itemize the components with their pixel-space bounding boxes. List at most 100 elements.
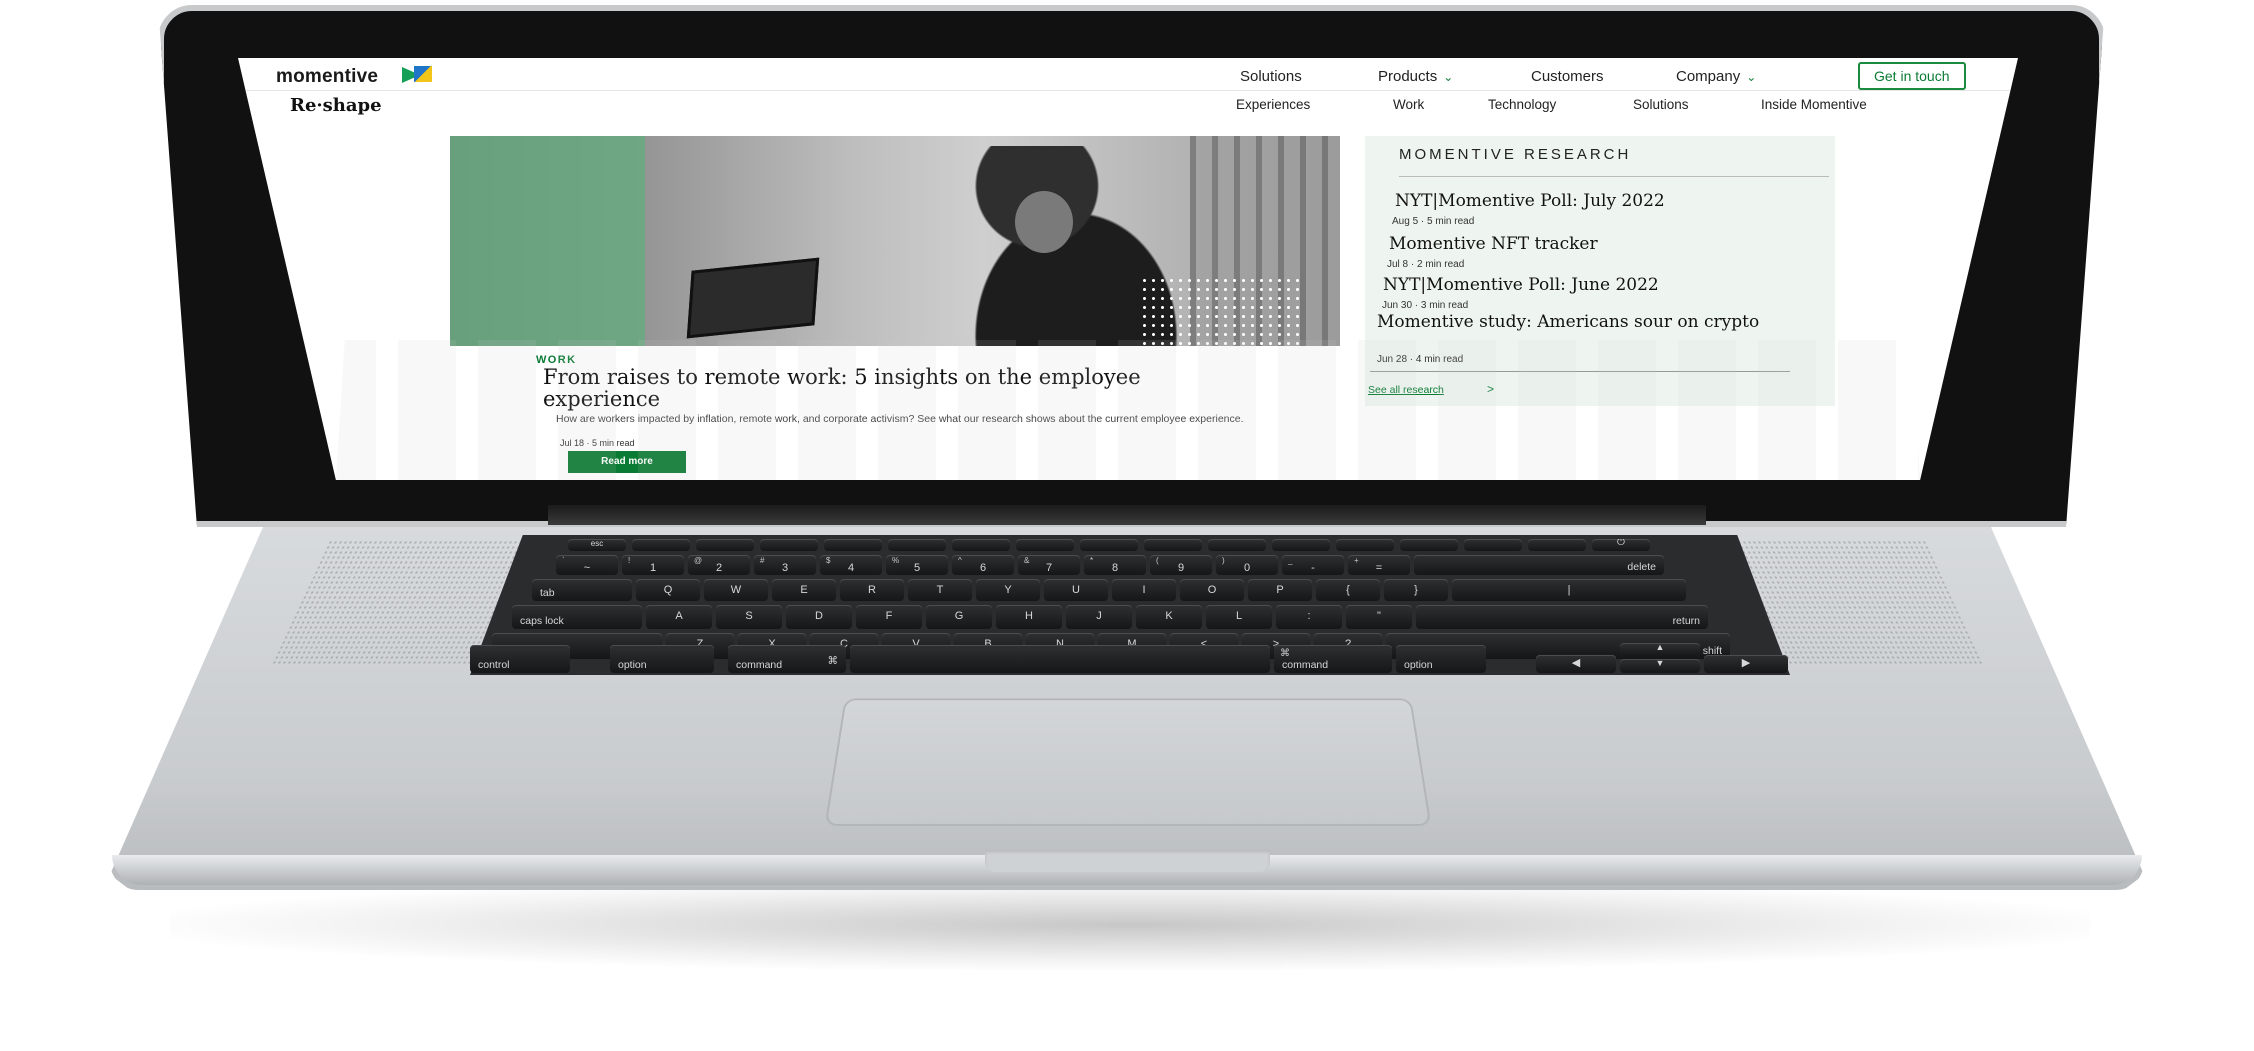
research-item-title[interactable]: NYT|Momentive Poll: July 2022 (1395, 191, 1665, 211)
subnav-experiences[interactable]: Experiences (1236, 97, 1310, 112)
key-g[interactable]: G (926, 605, 992, 629)
arrow-left-icon: ◀ (1571, 657, 1581, 669)
key-y[interactable]: Y (976, 579, 1040, 601)
nav-products[interactable]: Products ⌄ (1378, 68, 1453, 85)
key-i[interactable]: I (1112, 579, 1176, 601)
key-d[interactable]: D (786, 605, 852, 629)
key-e[interactable]: E (772, 579, 836, 601)
key-arrow-left[interactable]: ◀ (1536, 655, 1616, 673)
key-option-right[interactable]: option (1396, 645, 1486, 673)
key-space[interactable] (850, 645, 1270, 673)
key-caps-lock[interactable]: caps lock (512, 605, 642, 629)
key-f1[interactable] (632, 539, 690, 551)
subnav-technology[interactable]: Technology (1488, 97, 1556, 112)
key-command-left[interactable]: command ⌘ (728, 645, 846, 673)
research-item-meta: Jul 8 · 2 min read (1387, 259, 1465, 270)
key-minus[interactable]: _ - (1282, 555, 1344, 575)
key-option-left[interactable]: option (610, 645, 714, 673)
key-bracket-left-label: { (1346, 584, 1350, 596)
key-5[interactable]: % 5 (886, 555, 948, 575)
key-1[interactable]: ! 1 (622, 555, 684, 575)
key-p[interactable]: P (1248, 579, 1312, 601)
key-4[interactable]: $ 4 (820, 555, 882, 575)
feature-hero-image[interactable] (450, 136, 1340, 346)
research-item-title[interactable]: Momentive study: Americans sour on crypt… (1377, 313, 1767, 331)
subnav-work[interactable]: Work (1393, 97, 1424, 112)
key-f11[interactable] (1272, 539, 1330, 551)
key-4-label: 4 (847, 562, 855, 574)
get-in-touch-button[interactable]: Get in touch (1858, 62, 1966, 90)
key-delete[interactable]: delete (1414, 555, 1664, 575)
key-esc[interactable]: esc (568, 539, 626, 551)
key-j-label: J (1096, 610, 1102, 622)
nav-solutions[interactable]: Solutions (1240, 68, 1302, 85)
key-f8[interactable] (1080, 539, 1138, 551)
key-delete-label: delete (1627, 561, 1656, 573)
key-power[interactable]: ⏻ (1592, 539, 1650, 551)
key-equals[interactable]: + = (1348, 555, 1410, 575)
key-arrow-down[interactable]: ▼ (1620, 659, 1700, 673)
key-f7[interactable] (1016, 539, 1074, 551)
key-o[interactable]: O (1180, 579, 1244, 601)
key-caps-lock-label: caps lock (520, 615, 564, 627)
key-bracket-right[interactable]: } (1384, 579, 1448, 601)
momentive-logo[interactable]: momentive (276, 66, 378, 88)
key-9[interactable]: ( 9 (1150, 555, 1212, 575)
key-u[interactable]: U (1044, 579, 1108, 601)
key-t[interactable]: T (908, 579, 972, 601)
key-p-label: P (1276, 584, 1284, 596)
feature-title[interactable]: From raises to remote work: 5 insights o… (543, 366, 1243, 410)
key-f[interactable]: F (856, 605, 922, 629)
key-tilde[interactable]: ` ~ (556, 555, 618, 575)
key-6[interactable]: ^ 6 (952, 555, 1014, 575)
key-0[interactable]: ) 0 (1216, 555, 1278, 575)
see-all-research-link[interactable]: See all research (1368, 384, 1444, 396)
key-f15[interactable] (1528, 539, 1586, 551)
key-w[interactable]: W (704, 579, 768, 601)
key-a[interactable]: A (646, 605, 712, 629)
trackpad[interactable] (824, 698, 1432, 826)
nav-customers[interactable]: Customers (1531, 68, 1604, 85)
key-l[interactable]: L (1206, 605, 1272, 629)
key-7[interactable]: & 7 (1018, 555, 1080, 575)
research-item-title[interactable]: Momentive NFT tracker (1389, 234, 1598, 254)
key-f3[interactable] (760, 539, 818, 551)
key-return[interactable]: return (1416, 605, 1708, 629)
key-tab[interactable]: tab (532, 579, 632, 601)
key-quote[interactable]: " (1346, 605, 1412, 629)
subnav-inside-momentive[interactable]: Inside Momentive (1761, 97, 1867, 112)
key-k[interactable]: K (1136, 605, 1202, 629)
key-f10[interactable] (1208, 539, 1266, 551)
key-s[interactable]: S (716, 605, 782, 629)
key-control[interactable]: control (470, 645, 570, 673)
key-8[interactable]: * 8 (1084, 555, 1146, 575)
key-command-right[interactable]: ⌘ command (1274, 645, 1392, 673)
key-j[interactable]: J (1066, 605, 1132, 629)
key-f12[interactable] (1336, 539, 1394, 551)
key-f14[interactable] (1464, 539, 1522, 551)
research-item-title[interactable]: NYT|Momentive Poll: June 2022 (1383, 275, 1659, 295)
key-3[interactable]: # 3 (754, 555, 816, 575)
key-2[interactable]: @ 2 (688, 555, 750, 575)
key-f6[interactable] (952, 539, 1010, 551)
key-f2[interactable] (696, 539, 754, 551)
reshape-brand[interactable]: Re·shape (290, 95, 382, 116)
key-f13[interactable] (1400, 539, 1458, 551)
key-q[interactable]: Q (636, 579, 700, 601)
key-arrow-up[interactable]: ▲ (1620, 643, 1700, 657)
nav-company[interactable]: Company ⌄ (1676, 68, 1756, 85)
key-arrow-right[interactable]: ▶ (1704, 655, 1788, 673)
key-f9[interactable] (1144, 539, 1202, 551)
subnav-solutions[interactable]: Solutions (1633, 97, 1689, 112)
key-semicolon[interactable]: : (1276, 605, 1342, 629)
key-bracket-left[interactable]: { (1316, 579, 1380, 601)
key-r[interactable]: R (840, 579, 904, 601)
key-f4[interactable] (824, 539, 882, 551)
research-item-meta: Aug 5 · 5 min read (1392, 216, 1475, 227)
feature-meta: Jul 18 · 5 min read (560, 438, 635, 448)
key-0-label: 0 (1243, 562, 1251, 574)
key-h[interactable]: H (996, 605, 1062, 629)
key-backslash[interactable]: | (1452, 579, 1686, 601)
read-more-button[interactable]: Read more (568, 451, 686, 473)
key-f5[interactable] (888, 539, 946, 551)
